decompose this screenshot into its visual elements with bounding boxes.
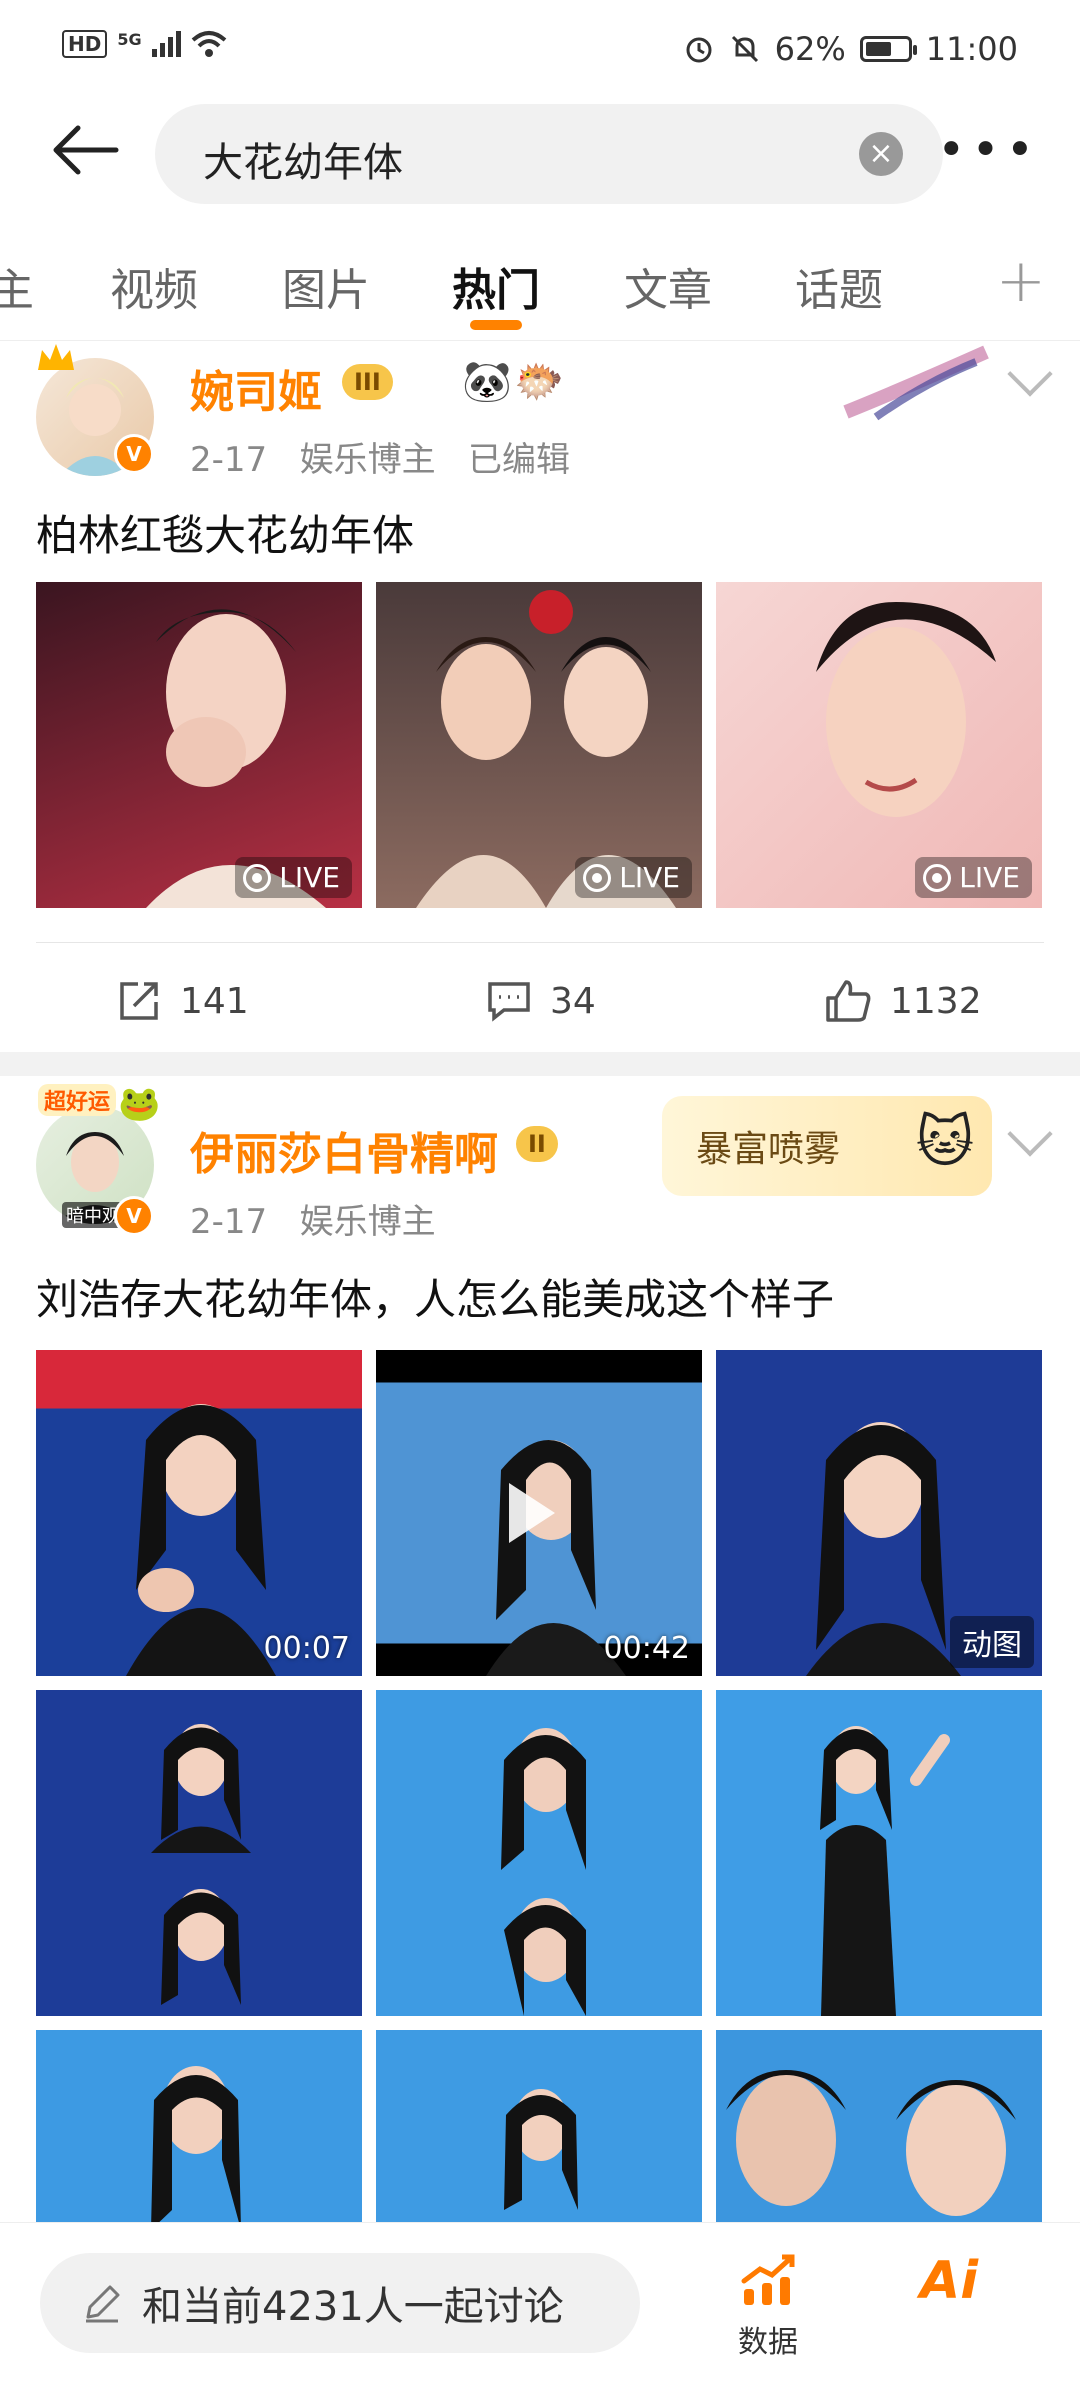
comment-icon: [488, 982, 530, 1022]
data-button[interactable]: 数据: [728, 2251, 808, 2361]
like-count: 1132: [890, 980, 982, 1022]
data-label: 数据: [738, 2325, 798, 2360]
like-button[interactable]: 1132: [824, 978, 982, 1024]
decoration-banner: 暴富喷雾 🐱: [662, 1096, 992, 1196]
search-header: 大花幼年体 × •••: [0, 100, 1080, 210]
post-role: 娱乐博主: [299, 440, 436, 480]
tab-images[interactable]: 图片: [282, 254, 370, 318]
post-image[interactable]: LIVE: [36, 582, 362, 908]
post-gif[interactable]: 动图: [716, 1350, 1042, 1676]
post-image[interactable]: [376, 1690, 702, 2016]
post-image[interactable]: [716, 1690, 1042, 2016]
add-tab-icon[interactable]: +: [996, 246, 1046, 316]
tab-topics[interactable]: 话题: [795, 254, 883, 318]
crown-icon: [38, 344, 74, 370]
divider: [36, 942, 1044, 943]
expand-chevron-icon[interactable]: [1007, 351, 1053, 397]
back-arrow-icon[interactable]: [50, 122, 120, 182]
post-video[interactable]: 00:07: [36, 1350, 362, 1676]
play-icon[interactable]: [509, 1483, 555, 1543]
like-icon: [826, 980, 871, 1022]
clear-icon[interactable]: ×: [859, 132, 903, 176]
decoration-banner: [843, 345, 989, 421]
network-type: 5G: [117, 30, 142, 49]
post-role: 娱乐博主: [299, 1202, 436, 1242]
tab-user[interactable]: 主: [0, 254, 34, 318]
expand-chevron-icon[interactable]: [1007, 1111, 1053, 1157]
active-tab-indicator: [470, 320, 522, 330]
banner-text: 暴富喷雾: [696, 1129, 841, 1170]
post-meta: 2-17 娱乐博主 已编辑: [190, 432, 570, 481]
status-bar: HD 5G 62% 11:00: [0, 0, 1080, 100]
post-meta: 2-17 娱乐博主: [190, 1194, 436, 1243]
live-label: LIVE: [279, 861, 340, 894]
post-card[interactable]: V 婉司姬 III 🐼 🐡 2-17 娱乐博主 已编辑 柏林红毯大花幼年体 LI…: [0, 342, 1080, 1052]
live-label: LIVE: [619, 861, 680, 894]
ai-label: Ai: [920, 2251, 979, 2311]
search-input[interactable]: 大花幼年体 ×: [155, 104, 943, 204]
bottom-bar: 和当前4231人一起讨论 数据 Ai: [0, 2222, 1080, 2383]
post-video[interactable]: 00:42: [376, 1350, 702, 1676]
tab-hot[interactable]: 热门: [452, 254, 540, 318]
post-image[interactable]: [36, 1690, 362, 2016]
discuss-text: 和当前4231人一起讨论: [142, 2284, 564, 2330]
post-text[interactable]: 刘浩存大花幼年体，人怎么能美成这个样子: [36, 1266, 834, 1327]
post-image[interactable]: LIVE: [716, 582, 1042, 908]
battery-percent: 62%: [774, 30, 846, 68]
data-chart-icon: [741, 2254, 795, 2305]
mute-icon: [731, 35, 758, 63]
pufferfish-emoji-icon: 🐡: [514, 359, 564, 405]
discuss-input[interactable]: 和当前4231人一起讨论: [40, 2253, 640, 2353]
post-actions: 141 34 1132: [0, 950, 1080, 1050]
panda-emoji-icon: 🐼: [462, 359, 512, 405]
clock: 11:00: [925, 30, 1018, 68]
more-icon[interactable]: •••: [937, 126, 1040, 174]
post-image[interactable]: LIVE: [376, 582, 702, 908]
live-badge: LIVE: [575, 857, 692, 898]
post-text[interactable]: 柏林红毯大花幼年体: [36, 502, 414, 563]
post-date: 2-17: [190, 440, 268, 480]
wifi-icon: [191, 31, 226, 57]
ai-button[interactable]: Ai: [920, 2251, 978, 2311]
username[interactable]: 婉司姬: [190, 356, 322, 420]
live-icon: [243, 863, 272, 892]
tab-video[interactable]: 视频: [110, 254, 198, 318]
frog-emoji-icon: 🐸: [118, 1084, 161, 1124]
gif-badge: 动图: [950, 1616, 1034, 1668]
tab-bar: 主 视频 图片 热门 文章 话题 +: [0, 230, 1080, 341]
verified-icon: V: [114, 434, 154, 474]
edited-label: 已编辑: [468, 440, 571, 480]
share-button[interactable]: 141: [116, 978, 249, 1024]
post-card[interactable]: 超好运 🐸 暗中观 V 伊丽莎白骨精啊 II 暴富喷雾 🐱 2-17 娱乐博主 …: [0, 1076, 1080, 2356]
live-icon: [923, 863, 952, 892]
video-duration: 00:42: [603, 1631, 690, 1666]
alarm-icon: [686, 37, 712, 63]
comment-button[interactable]: 34: [486, 978, 596, 1024]
verified-icon: V: [114, 1196, 154, 1236]
username[interactable]: 伊丽莎白骨精啊: [190, 1118, 498, 1182]
hd-indicator: HD: [62, 30, 108, 58]
pencil-icon: [86, 2285, 120, 2323]
signal-icon: [151, 31, 181, 57]
post-date: 2-17: [190, 1202, 268, 1242]
post-separator: [0, 1052, 1080, 1076]
member-level-badge: II: [516, 1126, 558, 1162]
member-level-badge: III: [342, 364, 393, 400]
share-count: 141: [180, 980, 249, 1022]
cat-emoji-icon: 🐱: [915, 1110, 974, 1175]
search-query[interactable]: 大花幼年体: [203, 130, 403, 188]
live-badge: LIVE: [915, 857, 1032, 898]
comment-count: 34: [550, 980, 596, 1022]
avatar-tag: 超好运: [38, 1084, 117, 1116]
share-icon: [120, 982, 158, 1020]
video-duration: 00:07: [263, 1631, 350, 1666]
live-label: LIVE: [959, 861, 1020, 894]
tab-articles[interactable]: 文章: [624, 254, 712, 318]
live-badge: LIVE: [235, 857, 352, 898]
battery-icon: [859, 36, 917, 62]
live-icon: [583, 863, 612, 892]
